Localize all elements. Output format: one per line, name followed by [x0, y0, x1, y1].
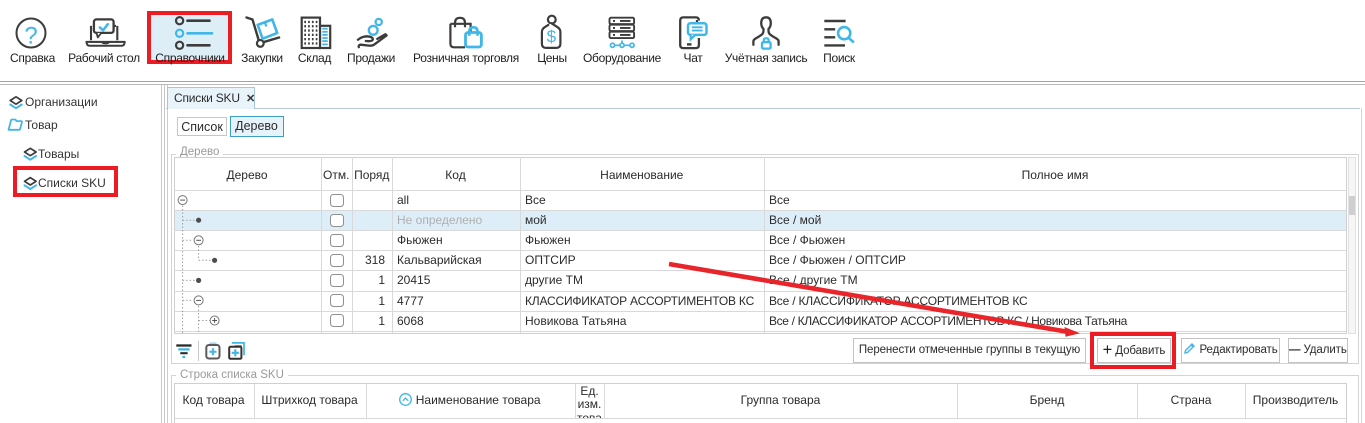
svg-text:?: ?	[24, 22, 37, 49]
svg-text:$: $	[547, 27, 557, 46]
